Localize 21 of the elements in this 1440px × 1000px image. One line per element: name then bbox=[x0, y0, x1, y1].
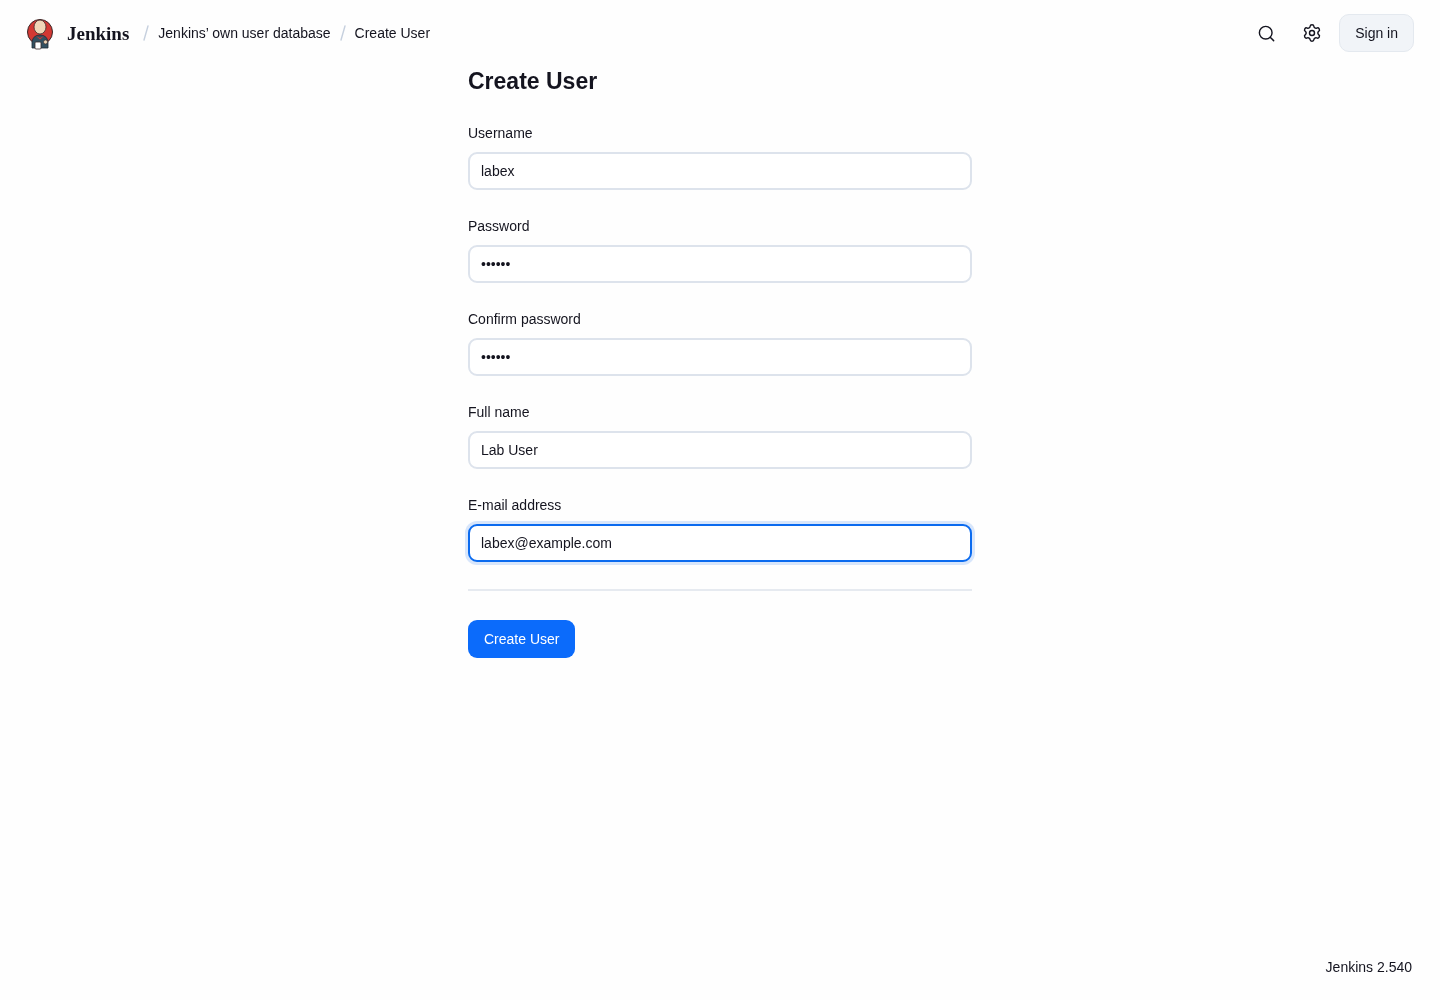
field-label: Confirm password bbox=[468, 310, 581, 328]
input-field[interactable]: •••••• bbox=[468, 338, 972, 376]
field-label: Full name bbox=[468, 403, 530, 421]
input-field[interactable]: labex bbox=[468, 152, 972, 190]
breadcrumb-link[interactable]: Create User bbox=[354, 22, 431, 44]
sign-in-button[interactable]: Sign in bbox=[1339, 14, 1414, 52]
field-label: Username bbox=[468, 124, 533, 142]
version-label: Jenkins 2.540 bbox=[1325, 958, 1412, 977]
breadcrumb-link[interactable]: Jenkins’ own user database bbox=[158, 22, 331, 44]
slash-separator-icon bbox=[143, 25, 150, 41]
input-field[interactable]: labex@example.com bbox=[468, 524, 972, 562]
settings-icon bbox=[1302, 23, 1323, 43]
jenkins-home-link[interactable]: Jenkins bbox=[67, 23, 130, 43]
create-user-button[interactable]: Create User bbox=[468, 620, 576, 658]
search-icon bbox=[1256, 23, 1276, 43]
input-field[interactable]: •••••• bbox=[468, 245, 972, 283]
page-title: Create User bbox=[468, 67, 598, 96]
slash-separator-icon bbox=[339, 25, 346, 41]
field-label: Password bbox=[468, 217, 530, 235]
input-field[interactable]: Lab User bbox=[468, 431, 972, 469]
field-label: E-mail address bbox=[468, 496, 562, 514]
